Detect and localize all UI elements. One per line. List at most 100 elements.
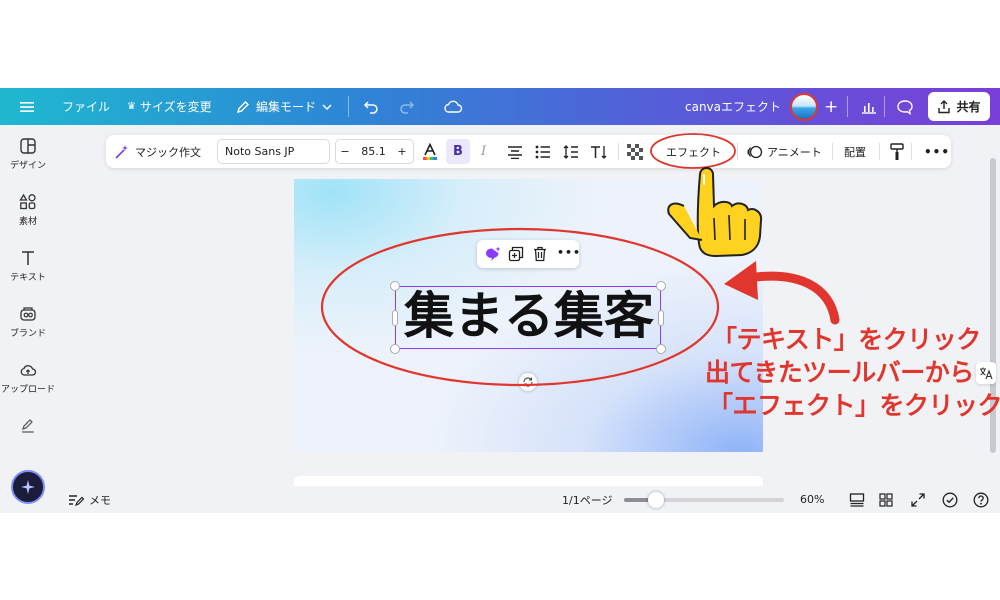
decrease-size-button[interactable]: −: [336, 145, 354, 158]
text-color-icon: [423, 142, 437, 160]
resize-handle[interactable]: [390, 344, 400, 354]
magic-wand-icon: [115, 144, 128, 159]
file-menu-button[interactable]: ファイル: [62, 88, 110, 125]
side-handle[interactable]: [658, 310, 664, 326]
effects-label: エフェクト: [666, 145, 721, 159]
vertical-text-button[interactable]: [590, 135, 608, 168]
text-color-button[interactable]: [422, 135, 438, 168]
shapes-icon: [19, 193, 36, 210]
sidebar-item-text[interactable]: テキスト: [0, 249, 56, 283]
spacing-button[interactable]: [563, 135, 579, 168]
duplicate-icon[interactable]: [508, 246, 524, 266]
font-size-value[interactable]: 85.1: [354, 145, 393, 158]
fullscreen-icon[interactable]: [911, 486, 925, 513]
element-more-button[interactable]: •••: [557, 246, 581, 259]
copy-style-button[interactable]: [890, 135, 904, 168]
pencil-icon: [236, 100, 249, 113]
font-size-stepper[interactable]: − 85.1 +: [335, 139, 414, 164]
top-bar: ファイル ♛ サイズを変更 編集モード canvaエフェクト + 共有: [0, 88, 1000, 125]
resize-handle[interactable]: [656, 344, 666, 354]
font-family-select[interactable]: Noto Sans JP: [217, 139, 330, 164]
more-icon: •••: [924, 144, 951, 159]
trash-icon[interactable]: [533, 246, 547, 266]
magic-edit-icon[interactable]: [484, 246, 502, 266]
effects-button[interactable]: エフェクト: [666, 135, 721, 168]
upload-icon: [938, 99, 951, 113]
canvas-text[interactable]: 集まる集客: [396, 285, 662, 348]
align-center-icon: [508, 145, 522, 159]
magic-write-button[interactable]: マジック作文: [114, 135, 201, 168]
cloud-saved-icon[interactable]: [443, 88, 463, 125]
selection-box[interactable]: 集まる集客: [390, 281, 666, 354]
element-context-menu: •••: [477, 240, 581, 268]
magic-assistant-button[interactable]: [11, 470, 45, 504]
help-icon[interactable]: [973, 486, 989, 513]
undo-icon[interactable]: [363, 88, 379, 125]
sidebar-item-label: デザイン: [9, 161, 46, 171]
bold-icon: B: [453, 144, 463, 159]
sidebar-item-elements[interactable]: 素材: [0, 193, 56, 227]
sidebar-item-label: テキスト: [10, 273, 46, 283]
rotate-handle[interactable]: [519, 373, 537, 391]
zoom-thumb[interactable]: [648, 491, 664, 508]
divider: [847, 96, 848, 117]
zoom-track: [624, 491, 784, 508]
annotation-line-2: 出てきたツールバーから: [705, 358, 974, 387]
sidebar-item-label: 素材: [18, 217, 37, 227]
translate-icon[interactable]: [976, 362, 996, 384]
increase-size-button[interactable]: +: [393, 145, 411, 158]
position-button[interactable]: 配置: [844, 135, 866, 168]
left-sidebar: デザイン 素材 テキスト ブランド アップロード: [0, 125, 56, 513]
annotation-line-1: 「テキスト」をクリック: [712, 325, 981, 354]
page-view-icon[interactable]: [849, 486, 865, 513]
insights-icon[interactable]: [861, 88, 877, 125]
zoom-percent[interactable]: 60%: [800, 486, 824, 513]
paint-roller-icon: [890, 142, 904, 160]
sidebar-item-design[interactable]: デザイン: [0, 137, 56, 171]
transparency-icon: [627, 143, 643, 160]
bullet-list-icon: [535, 145, 550, 158]
italic-icon: I: [481, 144, 487, 159]
sidebar-item-brand[interactable]: ブランド: [0, 305, 56, 339]
grid-view-icon[interactable]: [879, 486, 893, 513]
resize-button[interactable]: ♛ サイズを変更: [127, 88, 212, 125]
transparency-button[interactable]: [627, 135, 643, 168]
divider: [884, 96, 885, 117]
more-options-button[interactable]: •••: [924, 135, 950, 168]
resize-handle[interactable]: [656, 281, 666, 291]
divider: [879, 143, 880, 160]
divider: [348, 96, 349, 117]
add-collaborator-button[interactable]: +: [824, 88, 838, 125]
sidebar-item-uploads[interactable]: アップロード: [0, 361, 56, 395]
design-page[interactable]: ••• 集まる集客: [294, 179, 763, 452]
animate-button[interactable]: アニメート: [747, 135, 822, 168]
sidebar-item-label: ブランド: [9, 329, 46, 339]
divider: [737, 143, 738, 160]
bold-button[interactable]: B: [446, 139, 470, 164]
redo-icon[interactable]: [399, 88, 415, 125]
share-button[interactable]: 共有: [928, 92, 990, 121]
annotation-line-3: 「エフェクト」をクリック: [708, 391, 1000, 420]
design-title[interactable]: canvaエフェクト: [685, 88, 781, 125]
hamburger-icon[interactable]: [20, 88, 34, 125]
layout-icon: [20, 138, 36, 154]
italic-button[interactable]: I: [481, 135, 486, 168]
edit-mode-button[interactable]: 編集モード: [236, 88, 332, 125]
zoom-slider[interactable]: [624, 486, 784, 513]
animate-label: アニメート: [767, 145, 822, 159]
cloud-upload-icon: [20, 365, 37, 376]
notes-icon: [69, 494, 84, 506]
avatar[interactable]: [790, 88, 818, 125]
divider: [832, 143, 833, 160]
list-button[interactable]: [535, 135, 551, 168]
brand-icon: [20, 307, 36, 321]
page-counter[interactable]: 1/1ページ: [562, 486, 612, 513]
align-button[interactable]: [507, 135, 523, 168]
notes-button[interactable]: メモ: [68, 486, 111, 513]
resize-handle[interactable]: [390, 281, 400, 291]
comment-icon[interactable]: [896, 88, 914, 125]
check-circle-icon[interactable]: [942, 486, 958, 513]
side-handle[interactable]: [392, 310, 398, 326]
sparkle-icon: [21, 480, 35, 494]
sidebar-item-draw[interactable]: [0, 417, 56, 438]
